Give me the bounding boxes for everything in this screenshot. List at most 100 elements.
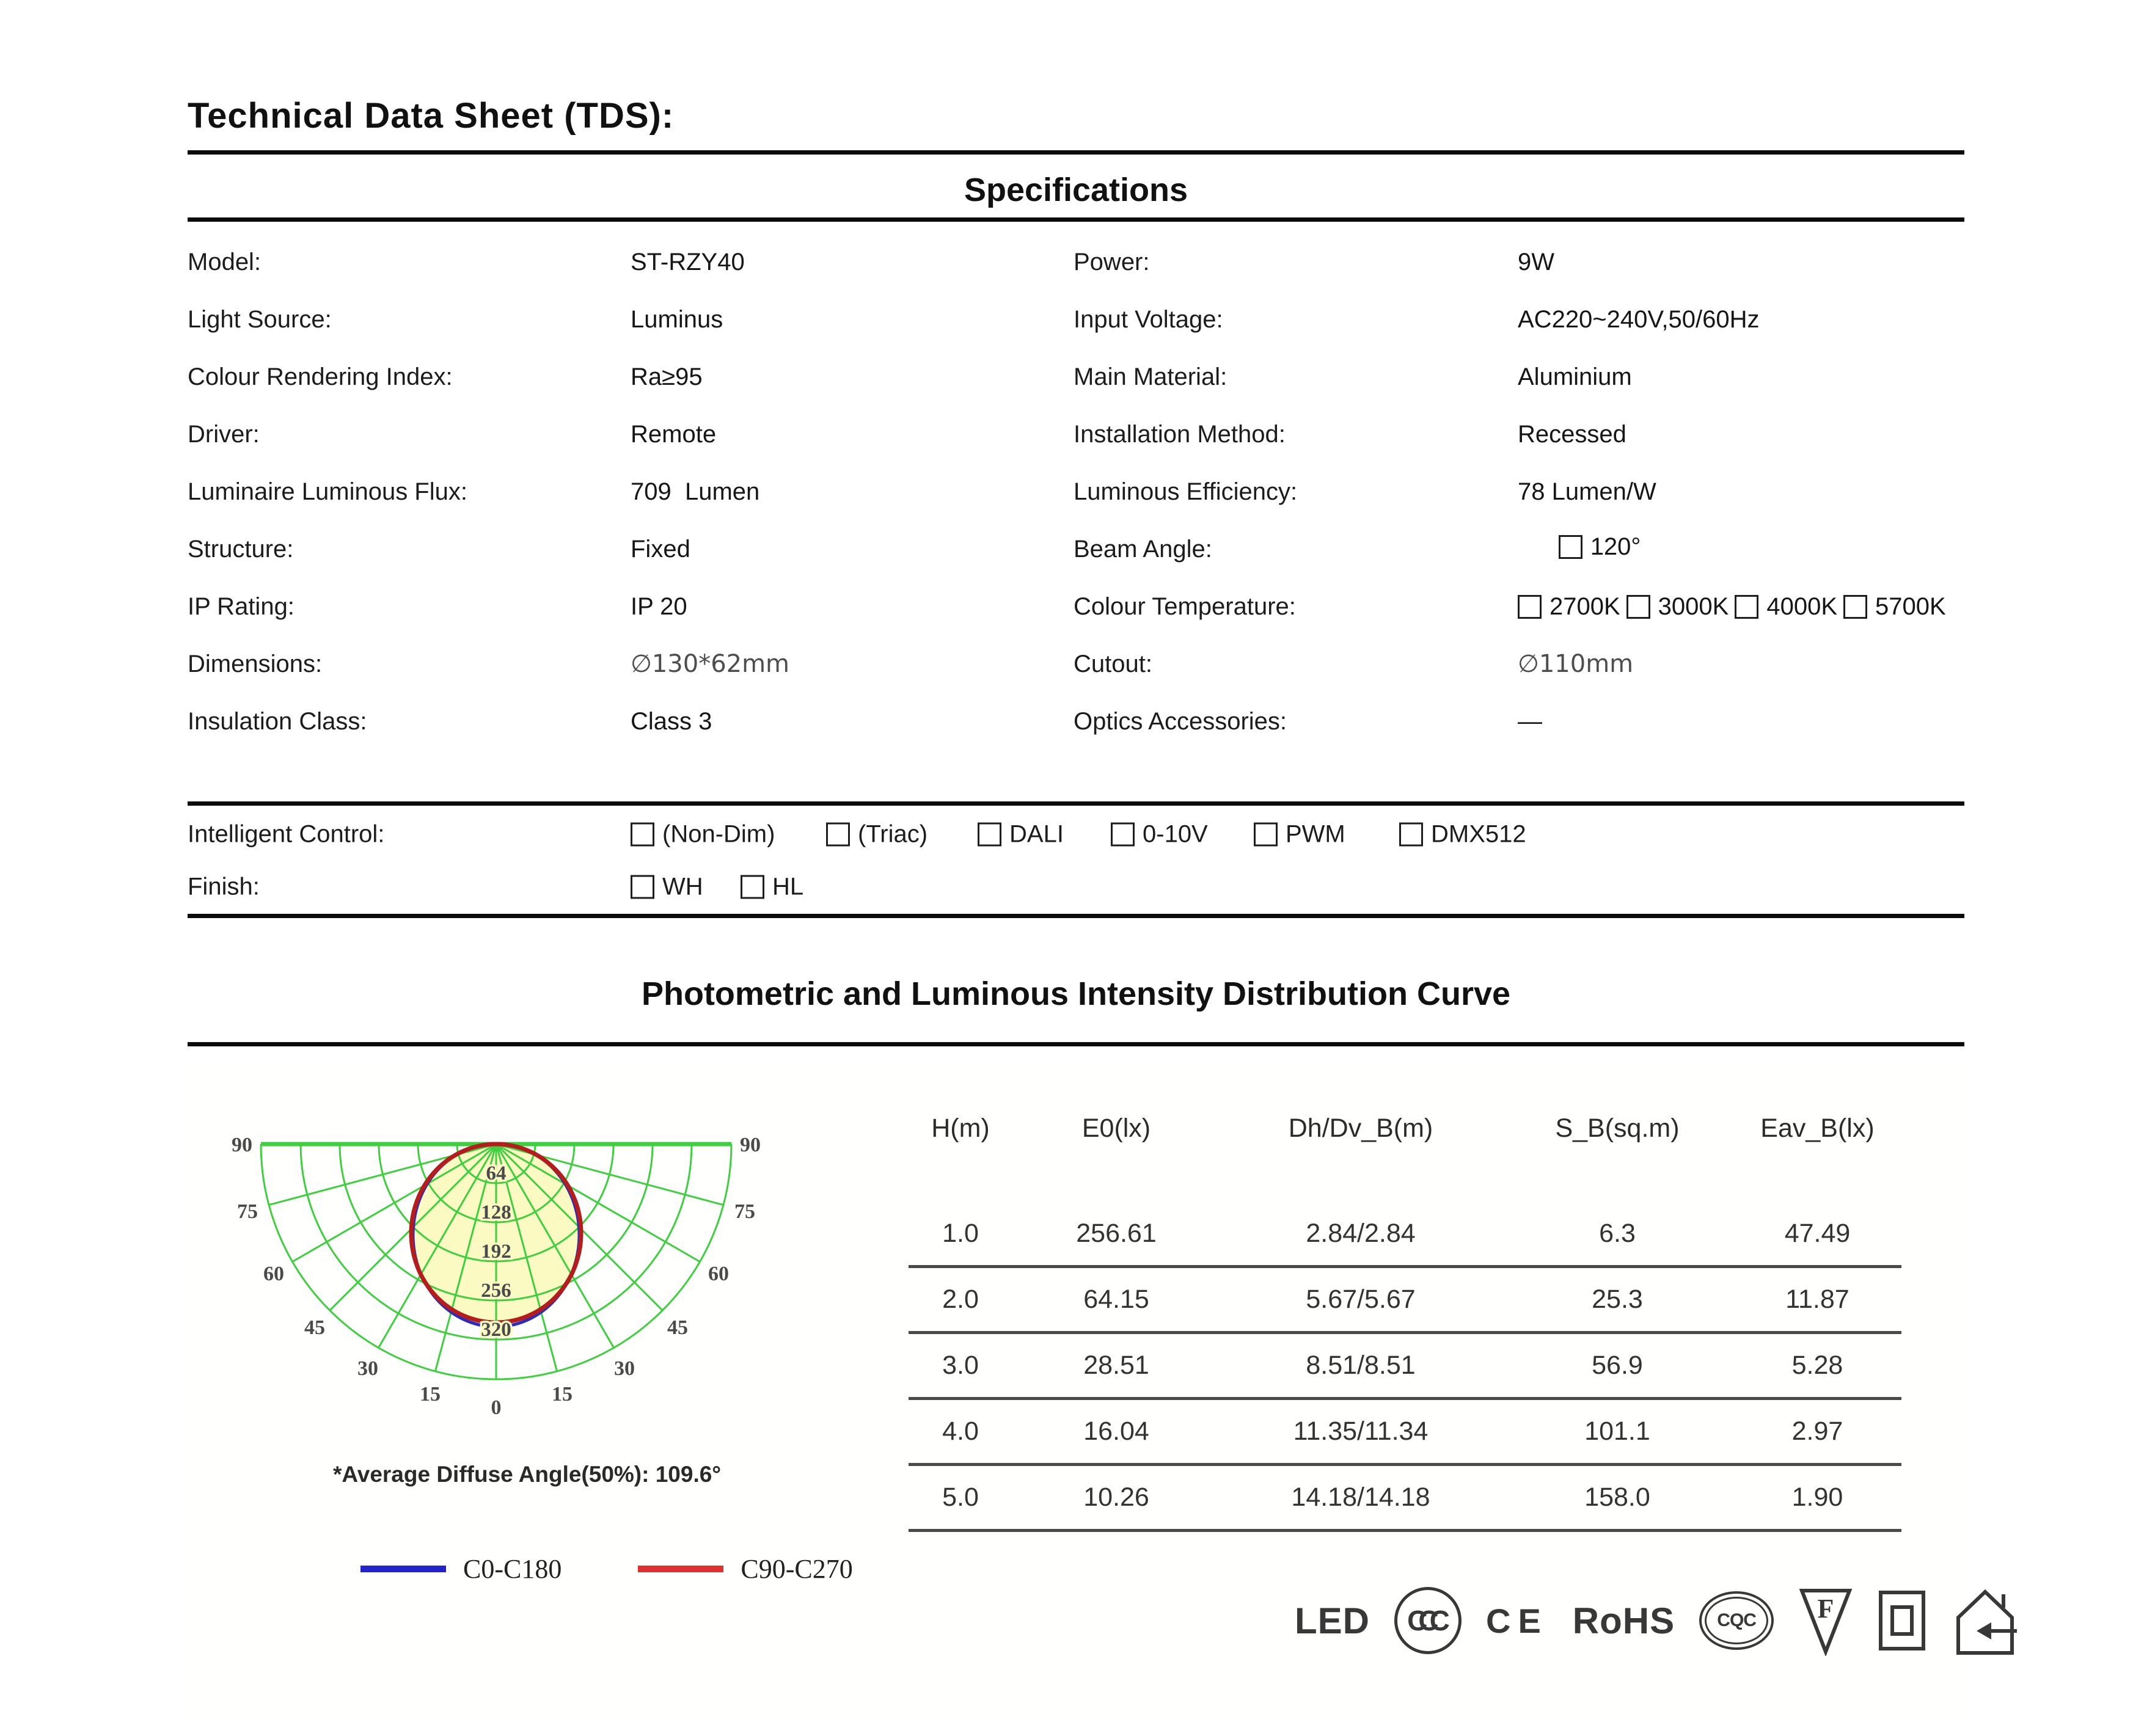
spec-value: ∅130*62mm xyxy=(631,650,790,678)
spec-label: Light Source: xyxy=(188,305,332,333)
photometric-panel: 64 128 192 256 320 90 75 60 45 30 15 90 … xyxy=(188,1066,2018,1716)
page-title: Technical Data Sheet (TDS): xyxy=(188,96,675,136)
spec-value: Ra≥95 xyxy=(631,363,703,390)
svg-text:60: 60 xyxy=(708,1263,729,1285)
table-row: 4.0 16.04 11.35/11.34 101.1 2.97 xyxy=(909,1400,1901,1466)
ce-mark-icon: CE xyxy=(1486,1601,1548,1640)
divider xyxy=(188,914,1964,918)
finish-row: Finish: WH HL xyxy=(188,873,804,900)
svg-text:45: 45 xyxy=(304,1316,325,1339)
col-header: Dh/Dv_B(m) xyxy=(1288,1114,1433,1143)
spec-value: 9W xyxy=(1518,248,1554,275)
divider xyxy=(188,801,1964,806)
spec-value: ST-RZY40 xyxy=(631,248,745,275)
svg-text:64: 64 xyxy=(486,1162,507,1184)
specifications-table: Model: ST-RZY40 Power: 9W Light Source: … xyxy=(188,233,1964,750)
svg-text:60: 60 xyxy=(263,1263,284,1285)
pwm-checkbox[interactable] xyxy=(1254,822,1278,847)
svg-text:256: 256 xyxy=(481,1280,511,1302)
dmx512-checkbox[interactable] xyxy=(1399,822,1423,847)
svg-text:15: 15 xyxy=(552,1383,573,1406)
spec-value: 78 Lumen/W xyxy=(1518,478,1656,505)
spec-value: Fixed xyxy=(631,535,690,563)
spec-label: Main Material: xyxy=(1074,363,1227,390)
colour-temp-3000k-checkbox[interactable] xyxy=(1626,594,1650,619)
average-diffuse-angle-note: *Average Diffuse Angle(50%): 109.6° xyxy=(333,1462,722,1487)
finish-hl-checkbox[interactable] xyxy=(741,875,764,899)
table-row: 3.0 28.51 8.51/8.51 56.9 5.28 xyxy=(909,1334,1901,1400)
spec-value: Luminus xyxy=(631,305,723,333)
col-header: Eav_B(lx) xyxy=(1760,1114,1875,1143)
spec-label: Input Voltage: xyxy=(1074,305,1223,333)
divider xyxy=(188,217,1964,222)
beam-angle-checkbox[interactable] xyxy=(1558,535,1582,559)
cqc-mark-icon: CQC xyxy=(1699,1591,1774,1650)
spec-label: IP Rating: xyxy=(188,593,295,620)
f-mark-triangle-icon: F xyxy=(1799,1588,1853,1656)
triac-checkbox[interactable] xyxy=(826,822,850,847)
illuminance-table: H(m) E0(lx) Dh/Dv_B(m) S_B(sq.m) Eav_B(l… xyxy=(909,1114,1901,1532)
colour-temp-2700k-checkbox[interactable] xyxy=(1518,594,1542,619)
spec-value: ∅110mm xyxy=(1518,650,1634,678)
svg-text:128: 128 xyxy=(481,1202,511,1224)
svg-text:30: 30 xyxy=(357,1357,378,1380)
svg-text:90: 90 xyxy=(232,1134,252,1156)
spec-value: Recessed xyxy=(1518,420,1626,448)
spec-label: Optics Accessories: xyxy=(1074,707,1287,735)
spec-value: 709 Lumen xyxy=(631,478,760,505)
spec-label: Beam Angle: xyxy=(1074,535,1212,563)
spec-label: Luminaire Luminous Flux: xyxy=(188,478,467,505)
svg-text:192: 192 xyxy=(481,1241,511,1263)
intelligent-control-row: Intelligent Control: (Non-Dim) (Triac) D… xyxy=(188,820,1526,848)
spec-label: Luminous Efficiency: xyxy=(1074,478,1298,505)
spec-label: Power: xyxy=(1074,248,1150,275)
beam-angle-value: 120° xyxy=(1518,506,1964,593)
c0-c180-legend-label: C0-C180 xyxy=(463,1554,562,1584)
spec-label: Driver: xyxy=(188,420,260,448)
spec-label: Insulation Class: xyxy=(188,707,367,735)
c90-c270-line-swatch xyxy=(638,1566,724,1572)
svg-text:75: 75 xyxy=(734,1200,755,1223)
spec-label: Structure: xyxy=(188,535,294,563)
specifications-heading: Specifications xyxy=(964,172,1188,208)
col-header: H(m) xyxy=(931,1114,990,1143)
finish-wh-checkbox[interactable] xyxy=(631,875,654,899)
intelligent-control-label: Intelligent Control: xyxy=(188,820,385,848)
table-row: 1.0 256.61 2.84/2.84 6.3 47.49 xyxy=(909,1202,1901,1268)
spec-value: Class 3 xyxy=(631,707,712,735)
photometric-heading: Photometric and Luminous Intensity Distr… xyxy=(641,976,1511,1012)
spec-label: Installation Method: xyxy=(1074,420,1286,448)
spec-value: Aluminium xyxy=(1518,363,1632,390)
tds-document: Technical Data Sheet (TDS): Specificatio… xyxy=(0,0,2144,1736)
indoor-use-house-icon xyxy=(1956,1589,2018,1655)
non-dim-checkbox[interactable] xyxy=(631,822,654,847)
led-mark: LED xyxy=(1295,1600,1370,1641)
svg-text:90: 90 xyxy=(740,1134,761,1156)
dali-checkbox[interactable] xyxy=(978,822,1001,847)
polar-distribution-chart: 64 128 192 256 320 90 75 60 45 30 15 90 … xyxy=(232,1134,761,1419)
0-10v-checkbox[interactable] xyxy=(1111,822,1135,847)
c0-c180-line-swatch xyxy=(360,1566,446,1572)
svg-text:320: 320 xyxy=(481,1319,511,1341)
colour-temp-4000k-checkbox[interactable] xyxy=(1735,594,1759,619)
colour-temp-5700k-checkbox[interactable] xyxy=(1843,594,1868,619)
certification-logos: LED CCC CE RoHS CQC F xyxy=(1295,1575,2019,1666)
svg-text:0: 0 xyxy=(491,1396,502,1419)
illuminance-table-header: H(m) E0(lx) Dh/Dv_B(m) S_B(sq.m) Eav_B(l… xyxy=(909,1114,1901,1202)
svg-text:75: 75 xyxy=(237,1200,258,1223)
spec-label: Cutout: xyxy=(1074,650,1152,677)
class-ii-double-square-icon xyxy=(1879,1591,1926,1650)
colour-temperature-options: 2700K 3000K 4000K 5700K xyxy=(1518,593,1964,621)
c90-c270-legend-label: C90-C270 xyxy=(741,1554,853,1584)
svg-text:45: 45 xyxy=(667,1316,688,1339)
chart-legend: C0-C180 C90-C270 xyxy=(360,1553,853,1585)
svg-text:F: F xyxy=(1818,1594,1834,1624)
col-header: E0(lx) xyxy=(1081,1114,1151,1143)
spec-value: AC220~240V,50/60Hz xyxy=(1518,305,1760,333)
table-row: 2.0 64.15 5.67/5.67 25.3 11.87 xyxy=(909,1268,1901,1334)
divider xyxy=(188,1042,1964,1046)
col-header: S_B(sq.m) xyxy=(1555,1114,1680,1143)
spec-value: — xyxy=(1518,707,1542,735)
spec-label: Model: xyxy=(188,248,262,275)
spec-label: Colour Temperature: xyxy=(1074,593,1296,620)
